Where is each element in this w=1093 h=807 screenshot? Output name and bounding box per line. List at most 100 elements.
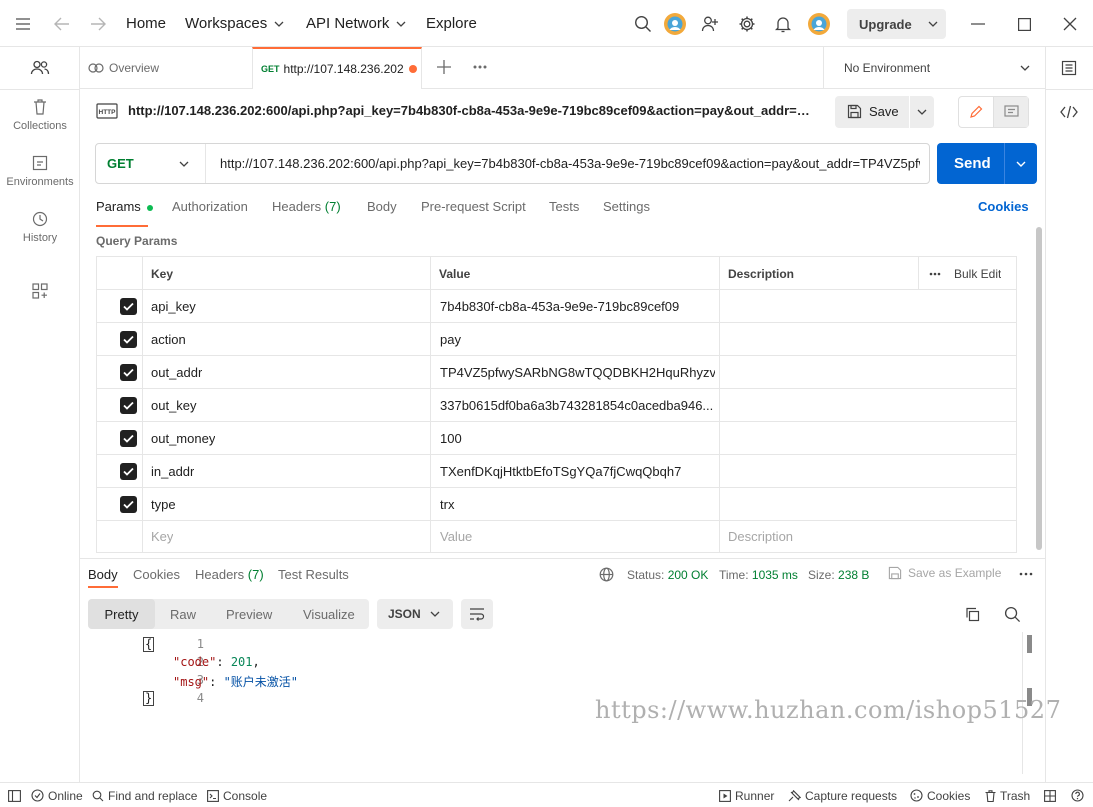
response-tab-headers[interactable]: Headers (7)	[195, 567, 264, 582]
param-value[interactable]: trx	[440, 488, 715, 521]
param-value[interactable]: TXenfDKqjHtktbEfoTSgYQa7fjCwqQbqh7	[440, 455, 715, 488]
sidebar-item-history[interactable]: History	[0, 211, 80, 244]
row-checkbox[interactable]	[120, 430, 137, 447]
method-selector[interactable]: GET	[96, 144, 206, 183]
param-value[interactable]: pay	[440, 323, 715, 356]
tab-headers[interactable]: Headers (7)	[272, 199, 341, 214]
status-indicator[interactable]: Status: 200 OK	[627, 568, 708, 582]
save-as-example-button[interactable]: Save as Example	[888, 566, 1001, 580]
param-key[interactable]: out_money	[151, 422, 215, 455]
row-checkbox[interactable]	[120, 463, 137, 480]
row-checkbox[interactable]	[120, 331, 137, 348]
close-icon[interactable]	[1060, 14, 1080, 34]
team-avatar-icon[interactable]	[663, 12, 687, 36]
toggle-sidebar-icon[interactable]	[8, 783, 25, 807]
bulk-edit-button[interactable]: Bulk Edit	[954, 257, 1001, 290]
apps-grid-icon[interactable]	[31, 282, 49, 300]
cookies-button[interactable]: Cookies	[910, 783, 970, 807]
back-arrow-icon[interactable]	[53, 15, 71, 33]
url-input[interactable]: http://107.148.236.202:600/api.php?api_k…	[220, 156, 920, 171]
online-status[interactable]: Online	[31, 783, 83, 807]
format-selector[interactable]: JSON	[377, 599, 453, 629]
search-icon[interactable]	[633, 14, 653, 34]
maximize-icon[interactable]	[1014, 14, 1034, 34]
new-key-input[interactable]: Key	[151, 521, 173, 552]
nav-explore[interactable]: Explore	[426, 0, 477, 47]
tab-params[interactable]: Params	[96, 199, 154, 214]
response-tab-body[interactable]: Body	[88, 567, 118, 582]
nav-api-network[interactable]: API Network	[306, 0, 406, 47]
row-checkbox[interactable]	[120, 496, 137, 513]
chevron-down-icon[interactable]	[917, 109, 927, 115]
response-tab-cookies[interactable]: Cookies	[133, 567, 180, 582]
tab-tests[interactable]: Tests	[549, 199, 579, 214]
console-button[interactable]: Console	[207, 783, 267, 807]
param-key[interactable]: out_addr	[151, 356, 202, 389]
tab-overview[interactable]: Overview	[88, 47, 252, 89]
bell-icon[interactable]	[773, 14, 793, 34]
tab-authorization[interactable]: Authorization	[172, 199, 248, 214]
param-value[interactable]: 337b0615df0ba6a3b743281854c0acedba946...	[440, 389, 715, 422]
edit-pencil-icon[interactable]	[959, 97, 994, 127]
tab-body[interactable]: Body	[367, 199, 397, 214]
new-value-input[interactable]: Value	[440, 521, 472, 552]
response-more-icon[interactable]	[1019, 572, 1033, 576]
upgrade-button[interactable]: Upgrade	[847, 9, 946, 39]
environment-selector[interactable]: No Environment	[823, 47, 1045, 89]
param-key[interactable]: api_key	[151, 290, 196, 323]
size-indicator[interactable]: Size: 238 B	[808, 568, 869, 582]
more-options-icon[interactable]	[929, 257, 941, 290]
view-tab-preview[interactable]: Preview	[226, 599, 272, 629]
forward-arrow-icon[interactable]	[89, 15, 107, 33]
user-avatar-icon[interactable]	[807, 12, 831, 36]
sidebar-item-collections[interactable]: Collections	[0, 99, 80, 132]
globe-icon[interactable]	[599, 567, 614, 582]
response-tab-test-results[interactable]: Test Results	[278, 567, 349, 582]
request-title[interactable]: http://107.148.236.202:600/api.php?api_k…	[128, 103, 813, 118]
sidebar-item-environments[interactable]: Environments	[0, 155, 80, 188]
capture-requests-button[interactable]: Capture requests	[788, 783, 897, 807]
nav-home[interactable]: Home	[126, 0, 166, 47]
people-icon[interactable]	[29, 58, 51, 78]
param-key[interactable]: action	[151, 323, 186, 356]
view-tab-raw[interactable]: Raw	[170, 599, 196, 629]
search-response-icon[interactable]	[1004, 606, 1021, 623]
param-key[interactable]: type	[151, 488, 176, 521]
tab-settings[interactable]: Settings	[603, 199, 650, 214]
request-scrollbar[interactable]	[1036, 227, 1042, 550]
runner-button[interactable]: Runner	[719, 783, 774, 807]
row-checkbox[interactable]	[120, 397, 137, 414]
trash-button[interactable]: Trash	[985, 783, 1030, 807]
layout-toggle-icon[interactable]	[1044, 783, 1060, 807]
nav-workspaces[interactable]: Workspaces	[185, 0, 284, 47]
invite-user-icon[interactable]	[700, 14, 720, 34]
param-key[interactable]: in_addr	[151, 455, 194, 488]
param-value[interactable]: TP4VZ5pfwySARbNG8wTQQDBKH2HquRhyzv	[440, 356, 715, 389]
cookies-link[interactable]: Cookies	[978, 199, 1029, 214]
menu-icon[interactable]	[14, 15, 32, 33]
find-replace-button[interactable]: Find and replace	[92, 783, 197, 807]
tab-active-request[interactable]: GET http://107.148.236.202	[252, 47, 422, 89]
more-tabs-icon[interactable]	[471, 58, 489, 76]
minimize-icon[interactable]	[968, 14, 988, 34]
comment-icon[interactable]	[994, 97, 1028, 127]
param-value[interactable]: 100	[440, 422, 715, 455]
row-checkbox[interactable]	[120, 298, 137, 315]
row-checkbox[interactable]	[120, 364, 137, 381]
save-button[interactable]: Save	[835, 96, 934, 128]
help-icon[interactable]	[1071, 783, 1088, 807]
new-description-input[interactable]: Description	[728, 521, 793, 552]
gear-icon[interactable]	[737, 14, 757, 34]
code-snippet-icon[interactable]	[1060, 103, 1078, 121]
send-button[interactable]: Send	[937, 143, 1037, 184]
tab-prerequest-script[interactable]: Pre-request Script	[421, 199, 526, 214]
time-indicator[interactable]: Time: 1035 ms	[719, 568, 798, 582]
view-tab-visualize[interactable]: Visualize	[303, 599, 355, 629]
response-scroll-thumb[interactable]	[1027, 635, 1032, 653]
view-tab-pretty[interactable]: Pretty	[88, 599, 155, 629]
new-tab-plus-icon[interactable]	[435, 58, 453, 76]
pane-divider[interactable]	[80, 558, 1045, 559]
param-value[interactable]: 7b4b830f-cb8a-453a-9e9e-719bc89cef09	[440, 290, 715, 323]
chevron-down-icon[interactable]	[1016, 161, 1026, 167]
environment-quick-look-icon[interactable]	[1060, 59, 1078, 77]
